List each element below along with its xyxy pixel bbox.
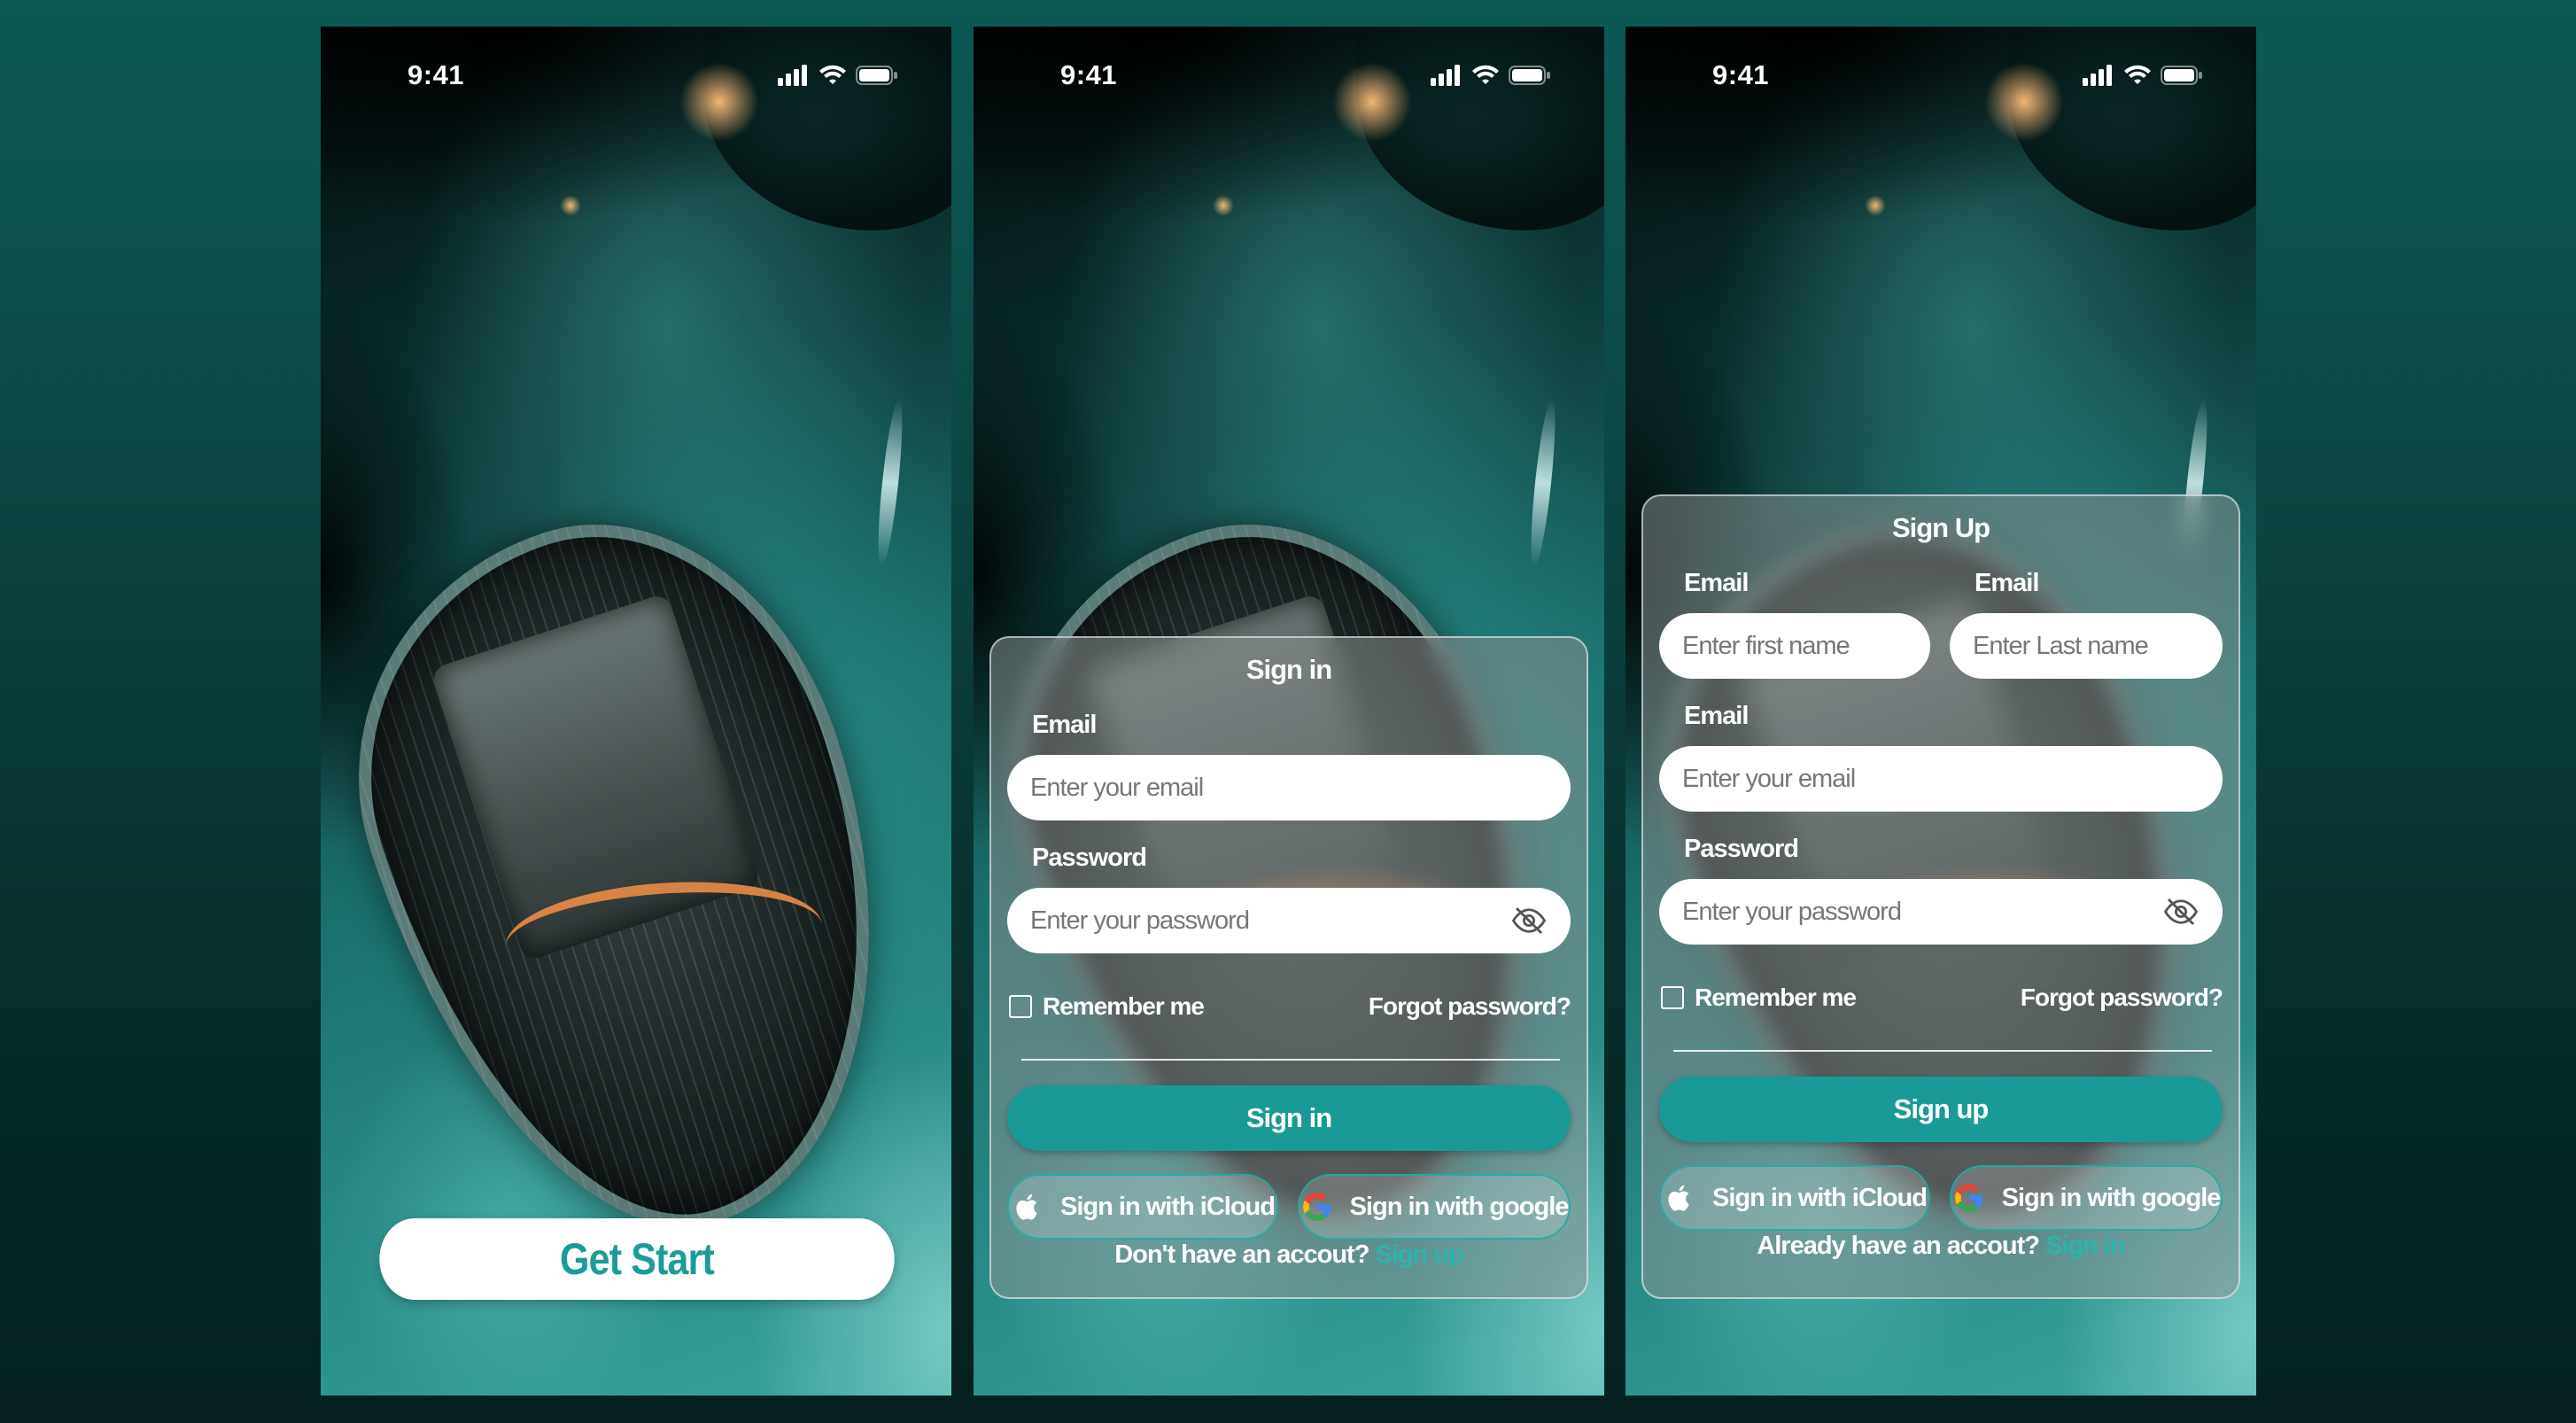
wifi-icon — [2124, 65, 2151, 84]
divider — [1021, 1059, 1560, 1061]
email-placeholder: Enter your email — [1030, 773, 1204, 802]
remember-label: Remember me — [1043, 992, 1205, 1020]
email-label: Email — [1684, 702, 1749, 730]
last-name-label: Email — [1975, 569, 2039, 597]
remember-label: Remember me — [1695, 984, 1857, 1011]
sign-in-link[interactable]: Sign in — [2045, 1232, 2126, 1260]
status-time: 9:41 — [1060, 59, 1118, 90]
google-icon — [1954, 1184, 1982, 1212]
remember-checkbox[interactable] — [1661, 986, 1684, 1009]
first-name-placeholder: Enter first name — [1682, 631, 1851, 660]
signup-prompt: Don't have an accout? Sign up — [991, 1240, 1587, 1270]
sign-in-button[interactable]: Sign in — [1007, 1085, 1571, 1151]
sign-up-link[interactable]: Sign up — [1375, 1240, 1463, 1269]
signal-icon — [2083, 65, 2112, 86]
icloud-sign-in-button[interactable]: Sign in with iCloud — [1007, 1174, 1278, 1240]
status-bar: 9:41 — [1626, 27, 2256, 124]
forgot-password-link[interactable]: Forgot password? — [1369, 992, 1571, 1021]
icloud-label: Sign in with iCloud — [1060, 1192, 1276, 1221]
status-bar: 9:41 — [321, 27, 951, 124]
signup-prompt-text: Don't have an accout? — [1114, 1240, 1369, 1269]
battery-icon — [1509, 66, 1550, 85]
battery-icon — [856, 66, 897, 85]
eye-off-icon[interactable] — [2162, 893, 2200, 930]
status-bar: 9:41 — [974, 27, 1604, 124]
phone-screen-sign-in: 9:41 Sign in Email Enter your email Pass… — [974, 27, 1604, 1396]
battery-icon — [2161, 66, 2202, 85]
password-field[interactable]: Enter your password — [1007, 888, 1571, 953]
password-placeholder: Enter your password — [1682, 897, 1902, 926]
remember-me[interactable]: Remember me — [1661, 984, 1857, 1012]
email-field[interactable]: Enter your email — [1007, 755, 1571, 820]
car-background-image — [321, 27, 951, 1396]
status-time: 9:41 — [407, 59, 465, 90]
email-label: Email — [1032, 711, 1097, 739]
signin-prompt: Already have an accout? Sign in — [1643, 1232, 2238, 1261]
wifi-icon — [819, 65, 846, 84]
signin-prompt-text: Already have an accout? — [1757, 1232, 2040, 1260]
password-label: Password — [1684, 835, 1799, 863]
email-field[interactable]: Enter your email — [1659, 746, 2223, 812]
apple-icon — [1668, 1185, 1689, 1211]
last-name-placeholder: Enter Last name — [1973, 631, 2149, 660]
wifi-icon — [1472, 65, 1499, 84]
remember-me[interactable]: Remember me — [1009, 992, 1205, 1021]
apple-icon — [1016, 1194, 1037, 1220]
email-placeholder: Enter your email — [1682, 764, 1856, 793]
icloud-sign-in-button[interactable]: Sign in with iCloud — [1659, 1165, 1930, 1231]
first-name-label: Email — [1684, 569, 1749, 597]
phone-screen-get-start: 9:41 Get Start — [321, 27, 951, 1396]
google-label: Sign in with google — [1349, 1192, 1570, 1221]
sign-up-button[interactable]: Sign up — [1659, 1077, 2223, 1142]
last-name-field[interactable]: Enter Last name — [1950, 613, 2223, 679]
divider — [1673, 1050, 2212, 1052]
password-label: Password — [1032, 844, 1147, 872]
signal-icon — [1431, 65, 1460, 86]
forgot-password-link[interactable]: Forgot password? — [2021, 984, 2223, 1012]
password-field[interactable]: Enter your password — [1659, 879, 2223, 945]
google-icon — [1302, 1193, 1331, 1221]
sign-in-card: Sign in Email Enter your email Password … — [989, 636, 1588, 1299]
card-title: Sign Up — [1891, 512, 1990, 543]
remember-checkbox[interactable] — [1009, 995, 1032, 1018]
icloud-label: Sign in with iCloud — [1712, 1183, 1928, 1212]
get-start-button[interactable]: Get Start — [379, 1218, 895, 1300]
card-title: Sign in — [1245, 654, 1332, 685]
google-sign-in-button[interactable]: Sign in with google — [1950, 1165, 2223, 1231]
first-name-field[interactable]: Enter first name — [1659, 613, 1930, 679]
google-label: Sign in with google — [2001, 1183, 2222, 1212]
google-sign-in-button[interactable]: Sign in with google — [1298, 1174, 1571, 1240]
sign-up-card: Sign Up Email Email Enter first name Ent… — [1641, 494, 2240, 1299]
phone-screen-sign-up: 9:41 Sign Up Email Email Enter first nam… — [1626, 27, 2256, 1396]
status-time: 9:41 — [1712, 59, 1770, 90]
eye-off-icon[interactable] — [1510, 902, 1548, 939]
password-placeholder: Enter your password — [1030, 906, 1250, 935]
signal-icon — [778, 65, 807, 86]
